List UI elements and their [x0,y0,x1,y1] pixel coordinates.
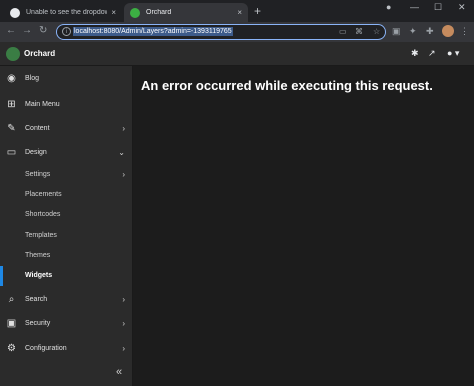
orchard-favicon-icon [130,7,140,18]
tab-title: Unable to see the dropdown valu [26,9,108,16]
sidebar-item-label: Design [25,148,47,156]
main-content: An error occurred while executing this r… [133,66,474,386]
profile-indicator-icon[interactable]: ● [386,2,391,12]
chevron-down-icon: ⌄ [118,147,125,157]
lock-icon: ▣ [6,317,17,329]
chevron-right-icon: › [122,343,125,353]
sidebar-item-label: Templates [25,232,57,239]
qr-icon[interactable]: ⌘ [355,27,363,36]
close-window-button[interactable]: ✕ [458,2,466,13]
sidebar-subitem-shortcodes[interactable]: Shortcodes [0,205,133,225]
minimize-button[interactable]: — [410,2,419,12]
external-link-icon[interactable]: ↗ [428,48,436,59]
site-info-icon[interactable]: i [62,27,71,36]
search-icon: ⌕ [8,293,15,305]
sidebar-item-blog[interactable]: ◉ Blog [0,66,133,90]
tab-unable-to-see[interactable]: Unable to see the dropdown valu × [4,3,122,22]
forward-arrow-icon[interactable]: → [22,25,32,36]
sidebar-subitem-themes[interactable]: Themes [0,246,133,266]
sidebar-item-label: Search [25,295,48,303]
chevron-right-icon: › [122,170,125,179]
sidebar-item-security[interactable]: ▣ Security › [0,311,133,335]
sitemap-icon: ⊞ [7,98,16,110]
sidebar-subitem-templates[interactable]: Templates [0,226,133,246]
sidebar-item-label: Security [25,319,51,327]
sidebar-item-main-menu[interactable]: ⊞ Main Menu [0,92,133,116]
collapse-sidebar-button[interactable]: « [116,366,122,378]
extension-icon[interactable]: ✦ [409,26,417,37]
browser-tab-bar: Unable to see the dropdown valu × Orchar… [0,0,474,22]
bookmark-star-icon[interactable]: ☆ [373,27,380,36]
edit-icon: ✎ [7,122,16,134]
cast-icon[interactable]: ▭ [339,27,347,36]
chevron-right-icon: › [122,123,125,133]
sidebar-item-label: Configuration [25,344,67,352]
new-tab-button[interactable]: + [254,4,261,18]
github-icon [10,7,20,18]
back-arrow-icon[interactable]: ← [6,25,16,36]
tab-orchard[interactable]: Orchard × [124,3,248,22]
chevron-right-icon: › [122,318,125,328]
sidebar-item-label: Themes [25,252,51,259]
chevron-right-icon: › [122,294,125,304]
sidebar-subitem-placements[interactable]: Placements [0,185,133,205]
sidebar-subitem-widgets[interactable]: Widgets [0,266,133,286]
reload-icon[interactable]: ↻ [39,25,47,36]
user-icon[interactable]: ● ▾ [447,48,459,59]
error-message: An error occurred while executing this r… [141,78,433,93]
sidebar-item-label: Placements [25,191,62,198]
maximize-button[interactable]: ☐ [434,2,442,13]
browser-menu-icon[interactable]: ⋮ [460,26,469,37]
url-bar[interactable]: i localhost:8080/Admin/Layers?admin=-139… [56,24,386,40]
sidebar-item-content[interactable]: ✎ Content › [0,116,133,140]
gear-icon: ⚙ [7,342,16,354]
sidebar-item-label: Shortcodes [25,211,61,218]
sidebar-item-design[interactable]: ▭ Design ⌄ [0,140,133,164]
rss-icon: ◉ [7,72,16,84]
sidebar-item-label: Settings [25,171,51,178]
sidebar-item-label: Blog [25,74,40,82]
brand-name[interactable]: Orchard [24,49,55,58]
sidebar: ◉ Blog ⊞ Main Menu ✎ Content › ▭ Design … [0,66,133,386]
orchard-logo-icon[interactable] [6,47,20,61]
sidebar-item-label: Widgets [25,272,53,279]
extensions-puzzle-icon[interactable]: ✚ [426,26,434,37]
sidebar-item-search[interactable]: ⌕ Search › [0,287,133,311]
monitor-icon: ▭ [6,146,17,158]
avatar[interactable] [442,25,454,37]
tab-title: Orchard [146,9,172,16]
sidebar-item-label: Main Menu [25,100,60,108]
tab-close-icon[interactable]: × [237,8,242,17]
app-header: Orchard ✱ ↗ ● ▾ [0,42,474,66]
extension-icon[interactable]: ▣ [392,26,401,37]
address-toolbar: ← → ↻ i localhost:8080/Admin/Layers?admi… [0,22,474,42]
sidebar-item-configuration[interactable]: ⚙ Configuration › [0,336,133,360]
url-text[interactable]: localhost:8080/Admin/Layers?admin=-13931… [73,27,233,36]
sidebar-subitem-settings[interactable]: Settings › [0,165,133,185]
sidebar-item-label: Content [25,124,50,132]
gear-icon[interactable]: ✱ [411,48,419,59]
tab-close-icon[interactable]: × [111,8,116,17]
